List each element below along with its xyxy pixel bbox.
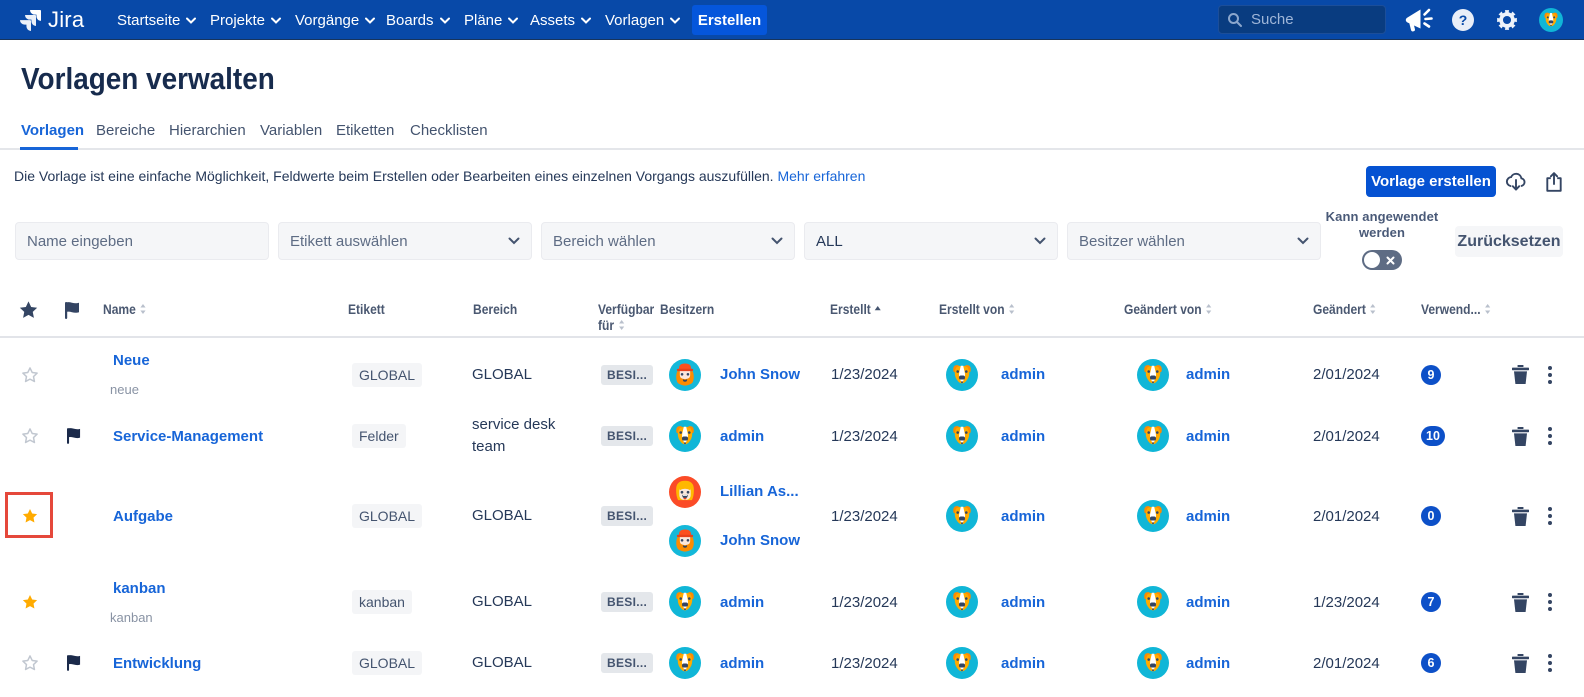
svg-text:?: ? <box>1459 12 1468 28</box>
